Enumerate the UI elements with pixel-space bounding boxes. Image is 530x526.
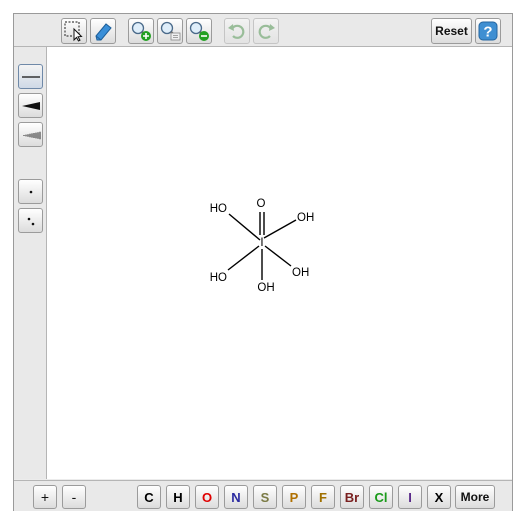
atom-oxo: O xyxy=(257,198,266,210)
atom-hydroxyl-upper-right: OH xyxy=(297,212,314,224)
element-button-h[interactable]: H xyxy=(166,485,190,509)
element-button-c[interactable]: C xyxy=(137,485,161,509)
element-button-p[interactable]: P xyxy=(282,485,306,509)
atom-hydroxyl-lower-left: HO xyxy=(210,272,227,284)
atom-hydroxyl-bottom: OH xyxy=(257,282,274,294)
element-button-n[interactable]: N xyxy=(224,485,248,509)
element-button-br[interactable]: Br xyxy=(340,485,364,509)
element-button-o[interactable]: O xyxy=(195,485,219,509)
more-elements-button[interactable]: More xyxy=(455,485,495,509)
atom-iodine: I xyxy=(260,237,263,249)
charge-minus-button[interactable]: - xyxy=(62,485,86,509)
element-button-i[interactable]: I xyxy=(398,485,422,509)
charge-plus-button[interactable]: + xyxy=(33,485,57,509)
molecule-drawing: I O OH OH OH HO HO xyxy=(210,198,315,294)
element-button-x[interactable]: X xyxy=(427,485,451,509)
atom-hydroxyl-lower-right: OH xyxy=(292,267,309,279)
element-button-s[interactable]: S xyxy=(253,485,277,509)
atom-hydroxyl-upper-left: HO xyxy=(210,203,227,215)
element-button-f[interactable]: F xyxy=(311,485,335,509)
element-button-cl[interactable]: Cl xyxy=(369,485,393,509)
